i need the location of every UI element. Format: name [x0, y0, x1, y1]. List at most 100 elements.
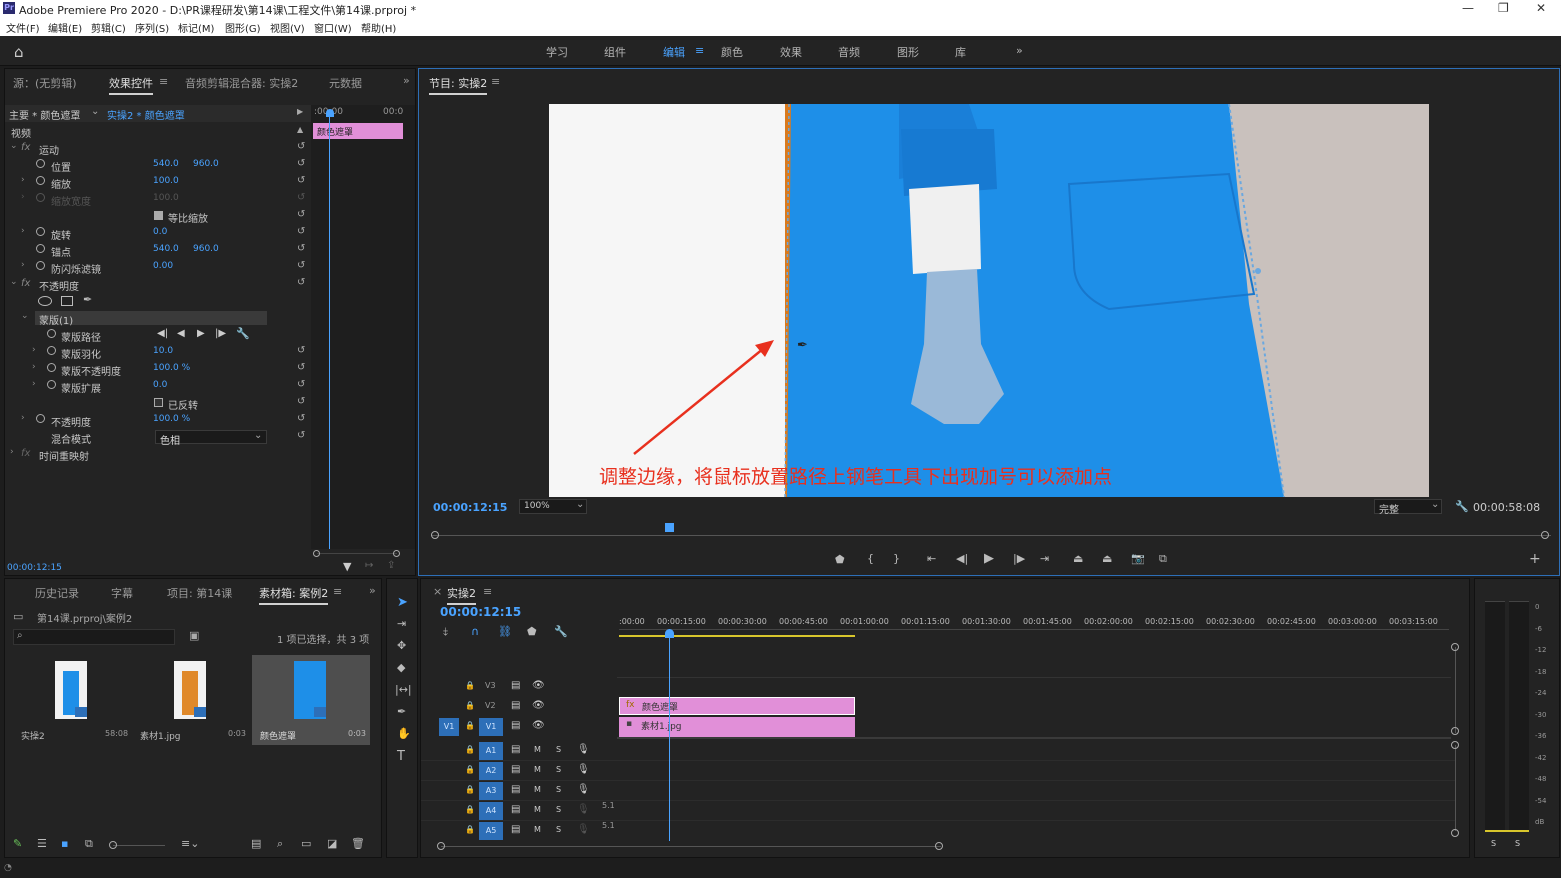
mute-button[interactable]: M — [534, 765, 541, 774]
stopwatch-icon[interactable] — [36, 244, 45, 253]
pen-tool-icon[interactable]: ✒ — [397, 705, 406, 718]
go-to-in-icon[interactable]: ⇤ — [927, 552, 936, 565]
program-monitor-tab[interactable]: 节目: 实操2 — [429, 75, 488, 95]
reset-icon[interactable]: ↺ — [297, 260, 305, 271]
sync-lock-icon[interactable]: ▤ — [511, 784, 520, 795]
wrench-icon[interactable]: 🔧 — [236, 327, 250, 340]
lock-icon[interactable]: 🔒 — [465, 805, 475, 814]
uniform-scale-checkbox[interactable] — [154, 211, 163, 220]
timeline-playhead-handle[interactable] — [665, 629, 674, 638]
lock-icon[interactable]: 🔒 — [465, 765, 475, 774]
add-button-icon[interactable]: + — [1529, 551, 1541, 567]
rectangle-mask-icon[interactable] — [61, 296, 73, 306]
tab-captions[interactable]: 字幕 — [111, 585, 133, 601]
tab-bin[interactable]: 素材箱: 案例2 — [259, 585, 329, 605]
workspace-color[interactable]: 颜色 — [721, 44, 743, 60]
new-item-icon[interactable]: ◪ — [327, 837, 337, 850]
clip-image[interactable]: ▪ 素材1.jpg — [619, 717, 855, 737]
menu-window[interactable]: 窗口(W) — [314, 20, 352, 35]
mark-out-icon[interactable]: } — [893, 552, 900, 565]
microphone-icon[interactable]: 🎙 — [577, 744, 590, 755]
go-to-out-icon[interactable]: ⇥ — [1040, 552, 1049, 565]
track-divider[interactable] — [617, 737, 1451, 739]
razor-tool-icon[interactable]: ◆ — [397, 661, 405, 674]
track-label[interactable]: V1 — [479, 718, 503, 736]
anchor-y-value[interactable]: 960.0 — [193, 244, 219, 254]
track-label[interactable]: A1 — [479, 742, 503, 760]
microphone-icon[interactable]: 🎙 — [577, 824, 590, 835]
list-view-icon[interactable]: ☰ — [37, 837, 47, 850]
effects-timecode[interactable]: 00:00:12:15 — [7, 563, 62, 573]
audio-vertical-scrollbar[interactable] — [1455, 745, 1456, 831]
sequence-clip-label[interactable]: 实操2 * 颜色遮罩 — [107, 107, 185, 122]
panel-menu-icon[interactable]: ≡ — [491, 75, 500, 88]
hand-tool-icon[interactable]: ✋ — [397, 727, 411, 740]
track-label[interactable]: A2 — [479, 762, 503, 780]
workspace-overflow-icon[interactable]: » — [1016, 44, 1023, 57]
solo-button[interactable]: S — [556, 745, 561, 754]
timeline-tab[interactable]: 实操2 — [447, 585, 476, 605]
scale-value[interactable]: 100.0 — [153, 176, 179, 186]
play-icon[interactable]: ▶ — [984, 551, 994, 566]
solo-right-button[interactable]: S — [1515, 839, 1520, 848]
stopwatch-icon[interactable] — [36, 176, 45, 185]
master-clip-label[interactable]: 主要 * 颜色遮罩 — [9, 107, 80, 122]
scroll-handle-top[interactable] — [1451, 741, 1459, 749]
menu-clip[interactable]: 剪辑(C) — [91, 20, 126, 35]
video-vertical-scrollbar[interactable] — [1455, 647, 1456, 733]
bin-search-input[interactable]: ⌕ — [13, 629, 175, 645]
scrub-start-handle[interactable] — [431, 531, 439, 539]
menu-graphics[interactable]: 图形(G) — [225, 20, 261, 35]
stopwatch-icon[interactable] — [36, 227, 45, 236]
menu-edit[interactable]: 编辑(E) — [48, 20, 82, 35]
linked-selection-icon[interactable]: ⛓ — [498, 625, 512, 638]
time-remap-row[interactable]: › fx 时间重映射 — [5, 446, 311, 463]
bin-item-color-matte[interactable]: 颜色遮罩 0:03 — [252, 655, 370, 745]
reset-icon[interactable]: ↺ — [297, 243, 305, 254]
stopwatch-icon[interactable] — [36, 159, 45, 168]
solo-button[interactable]: S — [556, 765, 561, 774]
lift-icon[interactable]: ⏏ — [1073, 552, 1083, 565]
sync-lock-icon[interactable]: ▤ — [511, 824, 520, 835]
sync-lock-icon[interactable]: ▤ — [511, 744, 520, 755]
menu-file[interactable]: 文件(F) — [6, 20, 40, 35]
mask-row[interactable]: ⌄ 蒙版(1) — [5, 310, 311, 327]
tab-history[interactable]: 历史记录 — [35, 585, 79, 601]
pen-mask-icon[interactable]: ✒ — [83, 293, 92, 306]
menu-view[interactable]: 视图(V) — [270, 20, 305, 35]
eye-icon[interactable]: 👁 — [532, 700, 545, 711]
chevron-right-icon[interactable]: › — [21, 260, 25, 270]
microphone-icon[interactable]: 🎙 — [577, 804, 590, 815]
opacity-value[interactable]: 100.0 % — [153, 414, 190, 424]
solo-button[interactable]: S — [556, 785, 561, 794]
settings-wrench-icon[interactable]: 🔧 — [554, 625, 568, 638]
extract-icon[interactable]: ⏏ — [1102, 552, 1112, 565]
icon-view-icon[interactable]: ▪ — [61, 837, 68, 850]
mark-in-icon[interactable]: { — [867, 552, 874, 565]
reset-icon[interactable]: ↺ — [297, 362, 305, 373]
stopwatch-icon[interactable] — [47, 380, 56, 389]
chevron-down-icon[interactable]: ⌄ — [21, 311, 29, 321]
home-icon[interactable]: ⌂ — [14, 43, 24, 61]
zoom-select[interactable]: 100% ⌄ — [519, 499, 587, 514]
bin-item-image[interactable]: 素材1.jpg 0:03 — [132, 655, 250, 745]
menu-help[interactable]: 帮助(H) — [361, 20, 396, 35]
restore-icon[interactable]: ❐ — [1498, 1, 1509, 15]
tab-audio-mixer[interactable]: 音频剪辑混合器: 实操2 — [185, 75, 298, 91]
freeform-view-icon[interactable]: ⧉ — [85, 837, 93, 851]
tab-source[interactable]: 源：(无剪辑) — [13, 75, 77, 91]
type-tool-icon[interactable]: T — [397, 749, 405, 764]
timeline-timecode[interactable]: 00:00:12:15 — [440, 605, 521, 619]
tab-project[interactable]: 项目: 第14课 — [167, 585, 232, 601]
lock-icon[interactable]: 🔒 — [465, 701, 475, 710]
chevron-right-icon[interactable]: › — [21, 175, 25, 185]
chevron-right-icon[interactable]: › — [10, 447, 14, 457]
chevron-down-icon[interactable]: ⌄ — [91, 106, 99, 117]
lock-icon[interactable]: 🔒 — [465, 681, 475, 690]
anchor-x-value[interactable]: 540.0 — [153, 244, 179, 254]
antiflicker-value[interactable]: 0.00 — [153, 261, 173, 271]
track-label[interactable]: A5 — [479, 822, 503, 840]
stopwatch-icon[interactable] — [47, 363, 56, 372]
workspace-learn[interactable]: 学习 — [546, 44, 568, 60]
reset-icon[interactable]: ↺ — [297, 158, 305, 169]
